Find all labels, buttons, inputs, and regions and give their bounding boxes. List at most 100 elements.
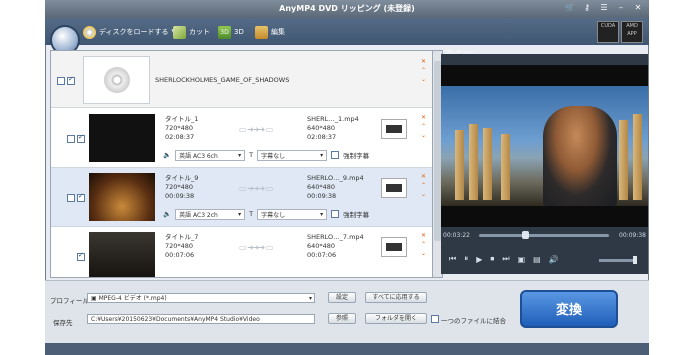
output-meta: SHERLO…_9.mp4 640*480 00:09:38 [307,174,364,201]
open-folder-button[interactable]: フォルダを開く [365,313,427,324]
title-meta: タイトル_7 720*480 00:07:06 [165,233,198,260]
subtitle-select[interactable]: 字幕なし ▾ [257,149,328,161]
source-checkbox[interactable] [67,75,75,85]
subtitle-select[interactable]: 字幕なし ▾ [257,208,328,220]
output-duration: 02:08:37 [307,133,337,141]
merge-checkbox[interactable] [431,315,439,323]
volume-slider[interactable] [599,256,637,264]
output-resolution: 640*480 [307,124,336,132]
title-thumbnail [89,173,155,221]
title-checkbox[interactable] [77,251,85,261]
seek-bar[interactable] [479,231,609,239]
cuda-badge: CUDA [597,21,619,43]
source-side-icons[interactable]: ✕ ⌃ ⌄ [421,57,426,84]
subtitle-value: 字幕なし [261,152,286,160]
source-name: SHERLOCKHOLMES_GAME_OF_SHADOWS [155,76,290,84]
title-checkbox[interactable] [77,133,85,143]
chevron-down-icon: ▾ [320,210,324,218]
pause-icon[interactable]: ⏸ [464,254,468,264]
subtitle-icon: T [249,151,254,159]
title-duration: 02:08:37 [165,133,195,141]
seek-knob[interactable] [522,231,530,239]
destination-field[interactable]: C:¥Users¥20150623¥Documents¥AnyMP4 Studi… [87,314,315,324]
forced-subtitle-checkbox[interactable] [331,151,340,159]
edit-button[interactable]: 編集 [255,24,285,40]
skip-forward-icon[interactable]: ⏭ [502,254,509,264]
profile-select[interactable]: ▣ MPEG-4 ビデオ (*.mp4) ▾ [87,293,315,303]
column-shape [501,134,510,200]
title-resolution: 720*480 [165,242,194,250]
cart-icon[interactable]: 🛒 [565,3,575,13]
total-time: 00:09:38 [619,232,646,239]
volume-icon[interactable]: 🔊 [549,255,559,264]
app-window: AnyMP4 DVD リッピング (未登録) 🛒 ⚷ ☰ – ✕ ディスクをロー… [45,0,649,355]
expand-toggle[interactable] [57,77,65,85]
title-row[interactable]: タイトル_9 720*480 00:09:38 ▭ ➜➜➜ ▭ SHERLO…_… [51,168,433,227]
source-disc-row[interactable]: SHERLOCKHOLMES_GAME_OF_SHADOWS ✕⌃⌄ [51,51,433,108]
preview-panel: 00:03:22 00:09:38 ⏮ ⏸ ▶ ⏹ ⏭ ▣ ▤ 🔊 [441,54,648,274]
current-time: 00:03:22 [443,232,470,239]
audio-track-select[interactable]: 英語 AC3 2ch ▾ [175,208,246,220]
amd-badge: AMD APP [621,21,643,43]
row-side-icons[interactable]: ✕ ⌃ ⌄ [421,113,426,140]
folder-icon[interactable]: ▤ [533,255,541,264]
subtitle-value: 字幕なし [261,211,286,219]
video-preview [441,65,648,227]
output-format-icon[interactable] [381,119,407,139]
load-disc-button[interactable]: ディスクをロードする ▼ [83,24,177,40]
load-disc-label: ディスクをロードする [99,28,169,36]
output-name: SHERLO…_9.mp4 [307,174,364,182]
3d-label: 3D [234,28,244,36]
disc-icon [83,25,96,39]
snapshot-icon[interactable]: ▣ [518,255,526,264]
title-duration: 00:09:38 [165,192,195,200]
profile-icon: ▣ [91,295,99,302]
column-shape [469,124,478,200]
column-shape [619,120,628,200]
row-side-icons[interactable]: ✕ ⌃ ⌄ [421,231,426,258]
browse-button[interactable]: 参照 [328,313,356,324]
title-row[interactable]: タイトル_7 720*480 00:07:06 ▭ ➜➜➜ ▭ SHERLO…_… [51,227,433,277]
cut-button[interactable]: カット [173,24,210,40]
gpu-acceleration-badges: CUDA AMD APP [597,21,643,43]
forced-subtitle-label: 強制字幕 [343,211,370,219]
menu-icon[interactable]: ☰ [599,3,609,13]
forced-subtitle-checkbox[interactable] [331,210,340,218]
minimize-icon[interactable]: – [616,3,626,13]
profile-label: プロフィール [50,297,89,305]
play-icon[interactable]: ▶ [476,255,482,264]
output-resolution: 640*480 [307,183,336,191]
destination-label: 保存先 [53,319,73,327]
title-row[interactable]: タイトル_1 720*480 02:08:37 ▭ ➜➜➜ ▭ SHERL…_1… [51,109,433,168]
skip-back-icon[interactable]: ⏮ [449,254,456,264]
3d-button[interactable]: 3D 3D [218,24,244,40]
convert-button[interactable]: 変換 [520,290,618,328]
row-side-icons[interactable]: ✕ ⌃ ⌄ [421,172,426,199]
title-checkbox[interactable] [77,192,85,202]
expand-toggle[interactable] [67,194,75,202]
convert-arrow-icon: ▭ ➜➜➜ ▭ [239,243,273,252]
volume-knob[interactable] [633,256,637,264]
expand-toggle[interactable] [67,135,75,143]
apply-all-button[interactable]: すべてに応用する [365,292,427,303]
output-duration: 00:07:06 [307,251,337,259]
edit-icon [255,25,268,39]
convert-arrow-icon: ▭ ➜➜➜ ▭ [239,184,273,193]
window-title: AnyMP4 DVD リッピング (未登録) [279,4,415,13]
key-icon[interactable]: ⚷ [582,3,592,13]
title-meta: タイトル_1 720*480 02:08:37 [165,115,198,142]
edit-label: 編集 [271,28,285,36]
film-cut-icon [173,25,186,39]
output-format-icon[interactable] [381,178,407,198]
video-frame [441,86,648,206]
scrollbar-thumb[interactable] [434,61,441,241]
output-format-icon[interactable] [381,237,407,257]
settings-button[interactable]: 設定 [328,292,356,303]
merge-label: 一つのファイルに結合 [441,317,506,325]
title-resolution: 720*480 [165,183,194,191]
chevron-down-icon: ▾ [320,151,324,159]
stop-icon[interactable]: ⏹ [490,254,494,264]
audio-track-select[interactable]: 英語 AC3 6ch ▾ [175,149,246,161]
close-icon[interactable]: ✕ [633,3,643,13]
disc-thumbnail [83,56,150,104]
